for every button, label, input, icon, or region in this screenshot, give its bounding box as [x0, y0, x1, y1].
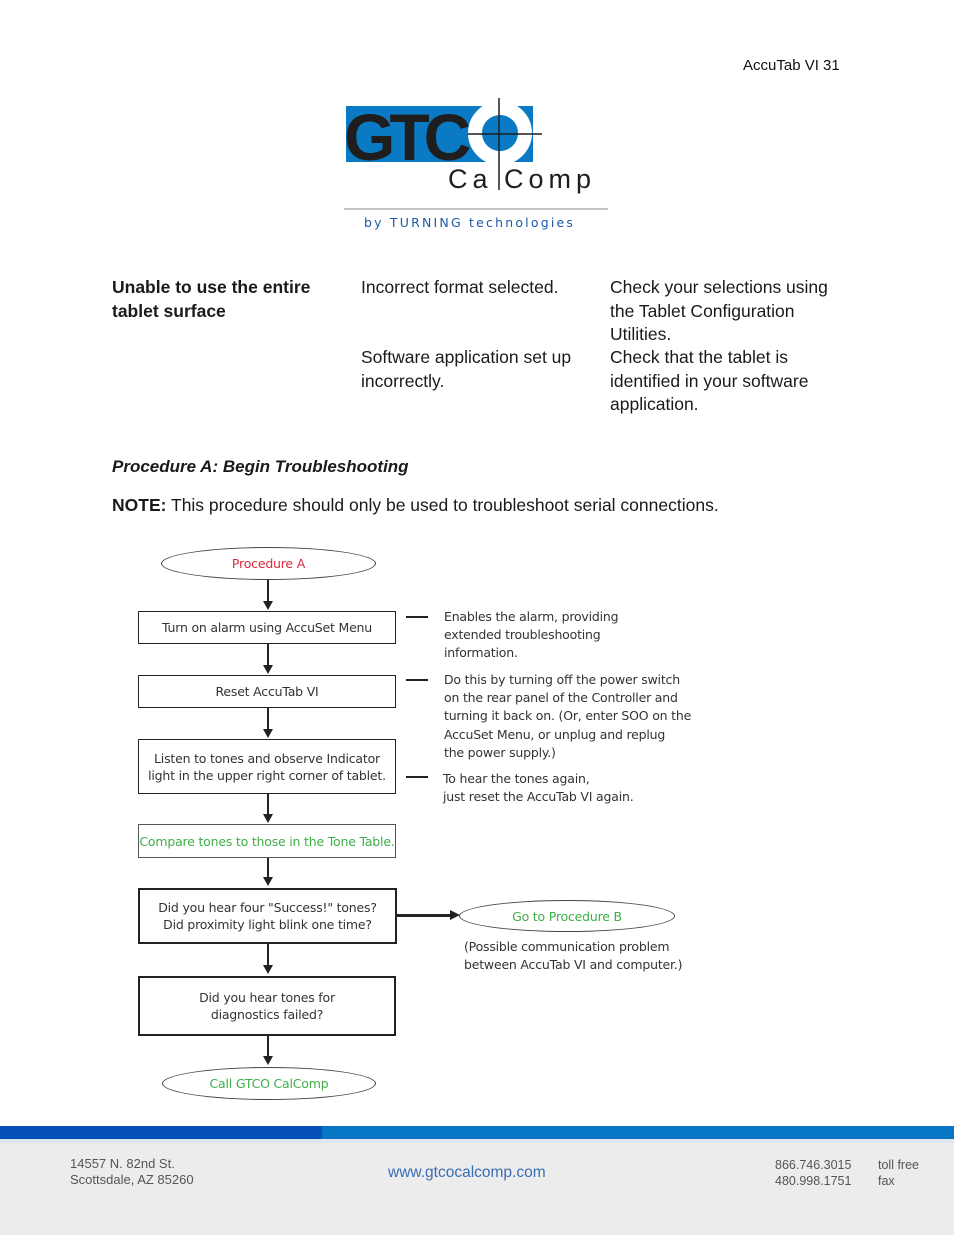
footer-phones: 866.746.3015 480.998.1751	[775, 1157, 851, 1189]
flow-step-turn-on-alarm: Turn on alarm using AccuSet Menu	[138, 611, 396, 644]
cause-cell: Incorrect format selected.	[361, 277, 559, 297]
flow-end-label: Call GTCO CalComp	[209, 1076, 329, 1091]
flow-connector	[267, 580, 269, 602]
annotation-line: To hear the tones again,	[443, 771, 590, 786]
flow-step-label: Compare tones to those in the Tone Table…	[139, 833, 395, 849]
footer-website-link[interactable]: www.gtcocalcomp.com	[388, 1164, 546, 1182]
flow-branch-terminal: Go to Procedure B	[459, 900, 675, 932]
footer-background-highlight	[0, 1139, 954, 1143]
flow-connector	[267, 858, 269, 878]
annotation-tones: To hear the tones again, just reset the …	[443, 770, 634, 806]
note-label: NOTE:	[112, 495, 167, 515]
flow-branch-note-line: (Possible communication problem	[464, 939, 670, 954]
flow-end-terminal: Call GTCO CalComp	[162, 1067, 376, 1100]
flow-branch-connector	[397, 914, 451, 917]
annotation-dash	[406, 616, 428, 618]
problem-cell: Unable to use the entire tablet surface	[112, 277, 311, 321]
annotation-reset: Do this by turning off the power switch …	[444, 671, 691, 762]
flow-branch-label: Go to Procedure B	[512, 908, 622, 924]
flow-decision-diagnostics-failed: Did you hear tones for diagnostics faile…	[138, 976, 396, 1036]
solution-cell: Check that the tablet is identified in y…	[610, 347, 809, 414]
flow-step-label-line: light in the upper right corner of table…	[148, 767, 386, 783]
page-header-label: AccuTab VI 31	[743, 57, 840, 74]
footer-address-line: 14557 N. 82nd St.	[70, 1156, 175, 1171]
flow-branch-note: (Possible communication problem between …	[464, 938, 682, 974]
flow-start-terminal: Procedure A	[161, 547, 376, 580]
flow-step-label: Reset AccuTab VI	[215, 684, 319, 699]
flow-step-compare-tones: Compare tones to those in the Tone Table…	[138, 824, 396, 858]
flow-step-listen-tones: Listen to tones and observe Indicator li…	[138, 739, 396, 794]
annotation-line: extended troubleshooting	[444, 627, 601, 643]
footer-label-fax: fax	[878, 1174, 895, 1188]
arrow-down-icon	[263, 665, 273, 674]
gtco-calcomp-logo: GTC Ca Comp by TURNING technologies	[344, 98, 610, 238]
footer-label-toll-free: toll free	[878, 1158, 919, 1172]
arrow-down-icon	[263, 601, 273, 610]
flow-step-label-line: diagnostics failed?	[210, 1007, 324, 1022]
flow-decision-success-tones: Did you hear four "Success!" tones? Did …	[138, 888, 397, 944]
flow-connector	[267, 1036, 269, 1057]
annotation-line: AccuSet Menu, or unplug and replug	[444, 726, 666, 742]
annotation-line: on the rear panel of the Controller and	[444, 690, 678, 706]
procedure-title: Procedure A: Begin Troubleshooting	[112, 457, 409, 476]
flow-step-label: Turn on alarm using AccuSet Menu	[161, 620, 373, 635]
cause-cell: Software application set up incorrectly.	[361, 347, 572, 391]
annotation-line: just reset the AccuTab VI again.	[443, 789, 634, 805]
arrow-down-icon	[263, 1056, 273, 1065]
annotation-dash	[406, 679, 428, 681]
footer-address-line: Scottsdale, AZ 85260	[70, 1172, 194, 1187]
flow-branch-note-line: between AccuTab VI and computer.)	[464, 957, 683, 973]
logo-wordmark: GTC	[344, 100, 470, 174]
solution-cell: Check your selections using the Tablet C…	[610, 277, 828, 344]
footer-address: 14557 N. 82nd St. Scottsdale, AZ 85260	[70, 1156, 194, 1188]
flow-step-label-line: Listen to tones and observe Indicator	[154, 750, 380, 766]
flow-step-label-line: Did you hear tones for	[199, 990, 335, 1005]
logo-subword-left: Ca	[448, 164, 493, 194]
note-text: This procedure should only be used to tr…	[166, 495, 719, 515]
arrow-down-icon	[263, 965, 273, 974]
arrow-down-icon	[263, 877, 273, 886]
footer-phone-labels: toll free fax	[878, 1157, 919, 1189]
annotation-line: turning it back on. (Or, enter SOO on th…	[444, 708, 692, 724]
footer-bar-left	[0, 1126, 322, 1139]
footer-phone-toll-free: 866.746.3015	[775, 1158, 852, 1172]
footer-bar-right	[322, 1126, 954, 1139]
logo-subword-right: Comp	[504, 164, 596, 194]
footer-phone-fax: 480.998.1751	[775, 1174, 852, 1188]
flow-connector	[267, 644, 269, 666]
flow-connector	[267, 708, 269, 730]
flow-start-label: Procedure A	[231, 556, 306, 571]
flow-step-reset: Reset AccuTab VI	[138, 675, 396, 708]
flow-step-label-line: Did proximity light blink one time?	[163, 917, 372, 932]
annotation-alarm: Enables the alarm, providing extended tr…	[444, 608, 619, 663]
annotation-line: Enables the alarm, providing	[444, 609, 619, 624]
flow-step-label-line: Did you hear four "Success!" tones?	[158, 900, 377, 915]
flow-connector	[267, 794, 269, 815]
procedure-note: NOTE: This procedure should only be used…	[112, 495, 719, 516]
logo-tagline: by TURNING technologies	[364, 215, 575, 230]
flow-connector	[267, 944, 269, 966]
annotation-line: information.	[444, 645, 518, 661]
annotation-dash	[406, 776, 428, 778]
arrow-down-icon	[263, 814, 273, 823]
logo-graphic: GTC Ca Comp by TURNING technologies	[344, 98, 608, 230]
arrow-down-icon	[263, 729, 273, 738]
annotation-line: Do this by turning off the power switch	[444, 672, 680, 687]
annotation-line: the power supply.)	[444, 744, 556, 760]
